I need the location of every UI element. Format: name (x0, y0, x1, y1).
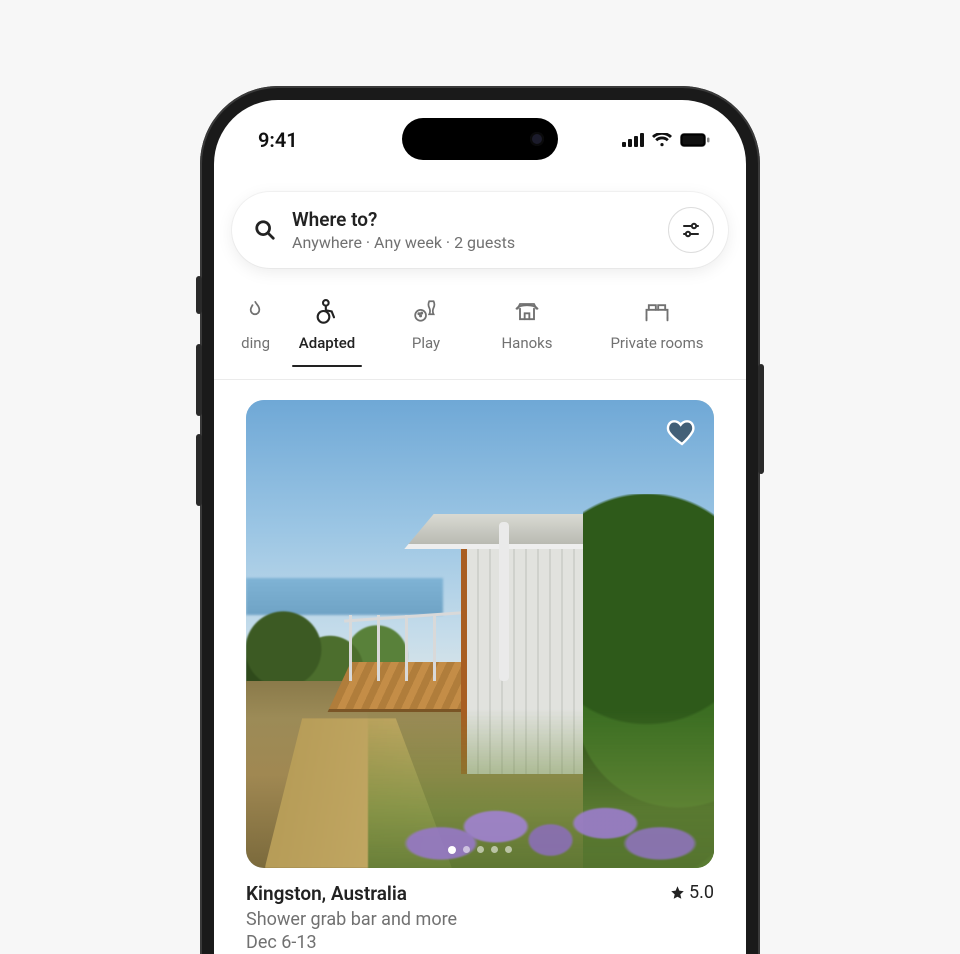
wheelchair-icon (312, 296, 342, 326)
heart-icon (666, 416, 698, 448)
pagination-dot (477, 846, 484, 853)
category-tab-adapted[interactable]: Adapted (274, 290, 380, 366)
phone-side-button (196, 276, 202, 314)
category-tab-private-rooms[interactable]: Private rooms (582, 290, 732, 366)
status-time: 9:41 (258, 128, 298, 152)
flame-icon (240, 296, 270, 326)
bowling-icon (411, 296, 441, 326)
listing-card[interactable]: Kingston, Australia 5.0 Shower grab bar … (246, 400, 714, 953)
listing-info: Kingston, Australia 5.0 Shower grab bar … (246, 868, 714, 953)
pagination-dot (505, 846, 512, 853)
listing-feature: Shower grab bar and more (246, 909, 714, 930)
listing-rating: 5.0 (670, 882, 714, 903)
phone-side-button (196, 344, 202, 416)
category-label: Adapted (299, 334, 355, 352)
phone-frame: 9:41 Where to? Anywhere · Any week · 2 g… (200, 86, 760, 954)
dynamic-island (402, 118, 558, 160)
search-icon (254, 219, 276, 241)
category-label: ding (241, 334, 270, 352)
category-tab-play[interactable]: Play (380, 290, 472, 366)
pagination-dot (448, 846, 456, 854)
search-bar[interactable]: Where to? Anywhere · Any week · 2 guests (232, 192, 728, 268)
phone-side-button (758, 364, 764, 474)
cellular-icon (622, 133, 644, 147)
listing-dates: Dec 6-13 (246, 932, 714, 953)
listing-photo[interactable] (246, 400, 714, 868)
battery-icon (680, 133, 710, 147)
bed-icon (642, 296, 672, 326)
rating-value: 5.0 (689, 882, 714, 903)
wifi-icon (652, 133, 672, 147)
filter-icon (682, 221, 700, 239)
phone-side-button (196, 434, 202, 506)
favorite-button[interactable] (666, 416, 698, 448)
category-label: Hanoks (501, 334, 552, 352)
star-icon (670, 885, 685, 900)
status-icons (622, 133, 710, 147)
pagination-dot (491, 846, 498, 853)
filter-button[interactable] (668, 207, 714, 253)
phone-screen: 9:41 Where to? Anywhere · Any week · 2 g… (214, 100, 746, 954)
search-title: Where to? (292, 208, 652, 231)
pagination-dot (463, 846, 470, 853)
category-label: Play (412, 334, 440, 352)
category-tab-trending[interactable]: ding (214, 290, 274, 366)
hanok-icon (512, 296, 542, 326)
search-subtitle: Anywhere · Any week · 2 guests (292, 233, 652, 252)
search-text: Where to? Anywhere · Any week · 2 guests (292, 208, 652, 252)
app-canvas: 9:41 Where to? Anywhere · Any week · 2 g… (0, 0, 960, 954)
photo-pagination (246, 846, 714, 854)
category-tabs[interactable]: ding Adapted Play (214, 288, 746, 380)
category-label: Private rooms (610, 334, 703, 352)
category-tab-hanoks[interactable]: Hanoks (472, 290, 582, 366)
listing-location: Kingston, Australia (246, 882, 407, 905)
